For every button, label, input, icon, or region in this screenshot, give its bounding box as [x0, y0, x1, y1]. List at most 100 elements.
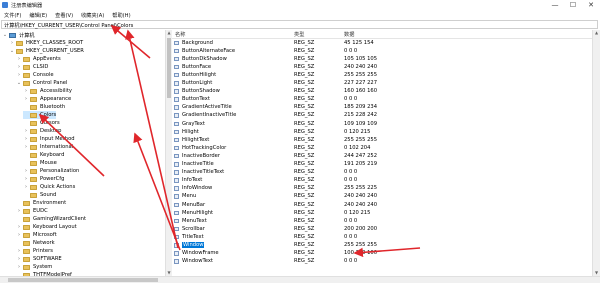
tree-item[interactable]: › Microsoft	[16, 231, 57, 239]
value-row[interactable]: WindowText REG_SZ 0 0 0	[172, 258, 592, 266]
tree-item[interactable]: › System	[16, 263, 52, 271]
chevron-right-icon[interactable]: ›	[23, 168, 29, 174]
menu-edit[interactable]: 编辑(E)	[25, 12, 51, 19]
value-row[interactable]: ButtonDkShadow REG_SZ 105 105 105	[172, 55, 592, 63]
tree-item[interactable]: › HKEY_CLASSES_ROOT	[9, 39, 83, 47]
tree-item[interactable]: › SOFTWARE	[16, 255, 62, 263]
tree-item[interactable]: › Accessibility	[23, 87, 72, 95]
chevron-right-icon[interactable]: ›	[23, 96, 29, 102]
string-value-icon	[174, 218, 179, 224]
tree-item[interactable]: › AppEvents	[16, 55, 61, 63]
tree-item[interactable]: Keyboard	[23, 151, 64, 159]
column-data-header[interactable]: 数据	[344, 31, 354, 38]
menu-file[interactable]: 文件(F)	[0, 12, 25, 19]
value-row[interactable]: GradientActiveTitle REG_SZ 185 209 234	[172, 104, 592, 112]
chevron-right-icon[interactable]: ›	[23, 136, 29, 142]
value-row[interactable]: TitleText REG_SZ 0 0 0	[172, 233, 592, 241]
value-row[interactable]: Menu REG_SZ 240 240 240	[172, 193, 592, 201]
chevron-right-icon[interactable]: ›	[9, 40, 15, 46]
close-button[interactable]: ✕	[582, 0, 600, 11]
tree-item[interactable]: GamingWizardClient	[16, 215, 86, 223]
tree-item[interactable]: Network	[16, 239, 55, 247]
value-row[interactable]: MenuText REG_SZ 0 0 0	[172, 217, 592, 225]
tree-item[interactable]: Colors	[23, 111, 57, 119]
tree-item[interactable]: Bluetooth	[23, 103, 65, 111]
chevron-right-icon[interactable]: ›	[23, 184, 29, 190]
list-scrollbar[interactable]: ▲ ▼	[592, 30, 600, 276]
value-row[interactable]: HilightText REG_SZ 255 255 255	[172, 136, 592, 144]
value-type: REG_SZ	[294, 233, 315, 240]
address-bar[interactable]: 计算机\HKEY_CURRENT_USER\Control Panel\Colo…	[1, 20, 598, 29]
chevron-right-icon[interactable]: ›	[16, 64, 22, 70]
value-row[interactable]: MenuHilight REG_SZ 0 120 215	[172, 209, 592, 217]
tree-item[interactable]: › Personalization	[23, 167, 79, 175]
tree-item[interactable]: › Appearance	[23, 95, 71, 103]
horizontal-scroll-thumb[interactable]	[8, 278, 158, 282]
value-row[interactable]: ButtonFace REG_SZ 240 240 240	[172, 63, 592, 71]
tree-item[interactable]: Sound	[23, 191, 56, 199]
tree-item[interactable]: Cursors	[23, 119, 60, 127]
tree-item[interactable]: › Input Method	[23, 135, 75, 143]
tree-item[interactable]: › Keyboard Layout	[16, 223, 77, 231]
chevron-right-icon[interactable]: ›	[23, 128, 29, 134]
value-data: 244 247 252	[344, 152, 378, 159]
column-name-header[interactable]: 名称	[175, 31, 185, 38]
chevron-right-icon[interactable]: ›	[16, 224, 22, 230]
tree-scroll-thumb[interactable]	[167, 38, 171, 98]
tree-item[interactable]: Mouse	[23, 159, 57, 167]
chevron-right-icon[interactable]: ›	[23, 176, 29, 182]
value-row[interactable]: Window REG_SZ 255 255 255	[172, 242, 592, 250]
value-row[interactable]: Background REG_SZ 45 125 154	[172, 39, 592, 47]
chevron-right-icon[interactable]: ›	[23, 144, 29, 150]
minimize-button[interactable]: —	[546, 0, 564, 11]
chevron-right-icon[interactable]: ›	[16, 72, 22, 78]
menu-help[interactable]: 帮助(H)	[108, 12, 134, 19]
tree-item[interactable]: ⌄ 计算机	[2, 31, 35, 39]
value-row[interactable]: ButtonAlternateFace REG_SZ 0 0 0	[172, 47, 592, 55]
tree-item[interactable]: › Console	[16, 71, 54, 79]
value-row[interactable]: InactiveTitle REG_SZ 191 205 219	[172, 161, 592, 169]
tree-item[interactable]: › PowerCfg	[23, 175, 64, 183]
chevron-down-icon[interactable]: ⌄	[2, 32, 8, 38]
value-row[interactable]: ButtonLight REG_SZ 227 227 227	[172, 80, 592, 88]
column-type-header[interactable]: 类型	[294, 31, 304, 38]
value-row[interactable]: InfoText REG_SZ 0 0 0	[172, 177, 592, 185]
tree-item[interactable]: Environment	[16, 199, 66, 207]
list-scroll-up-icon[interactable]: ▲	[593, 30, 600, 36]
value-row[interactable]: ButtonText REG_SZ 0 0 0	[172, 96, 592, 104]
value-row[interactable]: InactiveBorder REG_SZ 244 247 252	[172, 152, 592, 160]
chevron-right-icon[interactable]: ›	[16, 248, 22, 254]
value-row[interactable]: ButtonHilight REG_SZ 255 255 255	[172, 71, 592, 79]
tree-item[interactable]: ⌄ HKEY_CURRENT_USER	[9, 47, 84, 55]
value-row[interactable]: GrayText REG_SZ 109 109 109	[172, 120, 592, 128]
chevron-right-icon[interactable]: ›	[16, 264, 22, 270]
tree-item[interactable]: › Quick Actions	[23, 183, 75, 191]
chevron-right-icon[interactable]: ›	[16, 208, 22, 214]
chevron-right-icon[interactable]: ›	[16, 256, 22, 262]
tree-item[interactable]: › CLSID	[16, 63, 48, 71]
chevron-right-icon[interactable]: ›	[16, 232, 22, 238]
maximize-button[interactable]: ☐	[564, 0, 582, 11]
tree-item[interactable]: › EUDC	[16, 207, 48, 215]
value-row[interactable]: GradientInactiveTitle REG_SZ 215 228 242	[172, 112, 592, 120]
tree-item[interactable]: ⌄ Control Panel	[16, 79, 68, 87]
chevron-right-icon[interactable]: ›	[16, 56, 22, 62]
address-path[interactable]: 计算机\HKEY_CURRENT_USER\Control Panel\Colo…	[4, 22, 133, 29]
value-row[interactable]: HotTrackingColor REG_SZ 0 102 204	[172, 144, 592, 152]
value-row[interactable]: MenuBar REG_SZ 240 240 240	[172, 201, 592, 209]
value-row[interactable]: ButtonShadow REG_SZ 160 160 160	[172, 88, 592, 96]
tree-item[interactable]: › Printers	[16, 247, 53, 255]
value-row[interactable]: InfoWindow REG_SZ 255 255 225	[172, 185, 592, 193]
value-row[interactable]: InactiveTitleText REG_SZ 0 0 0	[172, 169, 592, 177]
tree-scrollbar[interactable]: ▲ ▼	[165, 30, 172, 276]
value-row[interactable]: Scrollbar REG_SZ 200 200 200	[172, 225, 592, 233]
value-row[interactable]: Hilight REG_SZ 0 120 215	[172, 128, 592, 136]
chevron-down-icon[interactable]: ⌄	[16, 80, 22, 86]
chevron-right-icon[interactable]: ›	[23, 88, 29, 94]
chevron-down-icon[interactable]: ⌄	[9, 48, 15, 54]
tree-item[interactable]: › International	[23, 143, 73, 151]
value-row[interactable]: WindowFrame REG_SZ 100 100 100	[172, 250, 592, 258]
menu-favorites[interactable]: 收藏夹(A)	[77, 12, 108, 19]
tree-item[interactable]: › Desktop	[23, 127, 61, 135]
menu-view[interactable]: 查看(V)	[51, 12, 77, 19]
